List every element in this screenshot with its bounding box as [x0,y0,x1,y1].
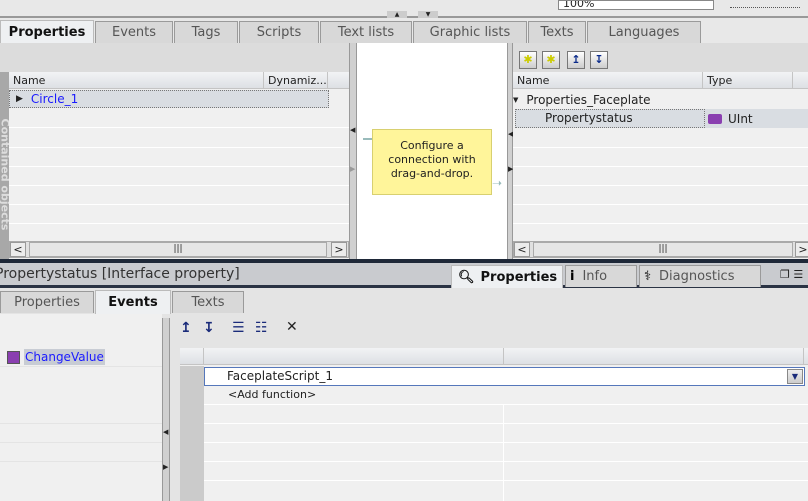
function-value: FaceplateScript_1 [227,369,333,383]
zoom-select[interactable]: 100% [558,0,714,10]
info-icon: i [570,269,575,284]
datatype-icon [708,113,722,124]
col-name[interactable]: Name [9,72,264,88]
add-property-button[interactable]: ✱ [519,51,537,69]
scroll-left-button[interactable]: < [10,242,26,257]
function-select[interactable]: FaceplateScript_1 ▼ [204,367,805,386]
tab-events[interactable]: Events [95,21,173,43]
type-value: UInt [728,111,753,126]
right-table-header: Name Type [513,72,808,89]
event-item[interactable]: ChangeValue [7,348,105,366]
collapse-down-button[interactable]: ▼ [418,11,438,18]
move-down-icon[interactable]: ↧ [203,320,215,336]
object-name: Circle_1 [30,92,79,106]
grid-header [180,348,808,365]
tab-text-lists[interactable]: Text lists [320,21,412,43]
magnifier-icon: 🔍︎ [458,269,475,285]
left-table-header: Name Dynamiz... [9,72,349,89]
subtab-properties[interactable]: Properties [0,291,94,313]
table-row[interactable]: Propertystatus [515,109,705,128]
scroll-right-button[interactable]: > [331,242,347,257]
side-label: Contained objects [0,118,9,231]
subtab-events[interactable]: Events [95,290,171,314]
delete-icon[interactable]: ✕ [286,319,298,335]
tab-graphic-lists[interactable]: Graphic lists [413,21,527,43]
tab-tags[interactable]: Tags [174,21,238,43]
event-list [0,314,162,501]
left-splitter[interactable]: ◀ ▶ [349,43,357,259]
collapse-up-button[interactable]: ▲ [387,11,407,18]
move-down-button[interactable]: ↧ [590,51,608,69]
connector-line [363,138,372,140]
add-function-row[interactable]: <Add function> [228,388,316,401]
dropdown-arrow-icon[interactable]: ▼ [787,369,803,384]
hint-box: Configure a connection with drag-and-dro… [372,129,492,195]
type-cell[interactable]: UInt [705,109,808,128]
scroll-thumb[interactable]: ||| [29,242,327,257]
scroll-thumb[interactable]: ||| [533,242,793,257]
expand-arrow-icon[interactable]: ▶ [16,94,23,104]
add-function-icon[interactable]: ☰ [232,320,245,336]
group-name: Properties_Faceplate [526,92,651,107]
col-name[interactable]: Name [513,72,703,88]
subtab-texts[interactable]: Texts [172,291,244,313]
scroll-right-button[interactable]: > [795,242,808,257]
tab-scripts[interactable]: Scripts [239,21,319,43]
tab-inspector-properties[interactable]: 🔍︎ Properties [451,265,563,288]
inspector-splitter[interactable]: ◀ ▶ [162,318,170,501]
tab-texts[interactable]: Texts [528,21,586,43]
arrow-icon: ➝ [492,176,503,190]
side-label-bar: Contained objects [0,72,9,259]
insert-property-button[interactable]: ✱ [542,51,560,69]
zoom-slider[interactable] [730,2,800,8]
event-name: ChangeValue [24,349,105,365]
diagnostics-icon: ⚕ [644,269,652,284]
function-icon [7,350,20,364]
tab-properties[interactable]: Properties [0,20,94,43]
tab-languages[interactable]: Languages [587,21,701,43]
scroll-left-button[interactable]: < [514,242,530,257]
grid-row-markers [180,366,204,501]
col-dynamization[interactable]: Dynamiz... [264,72,328,88]
tab-info[interactable]: i Info [565,265,637,287]
collapse-arrow-icon[interactable]: ▼ [513,96,518,104]
restore-window-icon[interactable]: ❐ ☰ [780,268,803,281]
move-up-icon[interactable]: ↥ [180,320,192,336]
move-up-button[interactable]: ↥ [567,51,585,69]
left-toolbar-area [0,43,350,72]
col-type[interactable]: Type [703,72,793,88]
group-row[interactable]: ▼ Properties_Faceplate [513,90,808,109]
add-list-icon[interactable]: ☷ [255,320,268,336]
zoom-value: 100% [563,0,595,10]
inspector-title: Propertystatus [Interface property] [0,266,240,282]
tab-diagnostics[interactable]: ⚕ Diagnostics [639,265,761,287]
table-row[interactable]: ▶ Circle_1 [9,90,329,108]
